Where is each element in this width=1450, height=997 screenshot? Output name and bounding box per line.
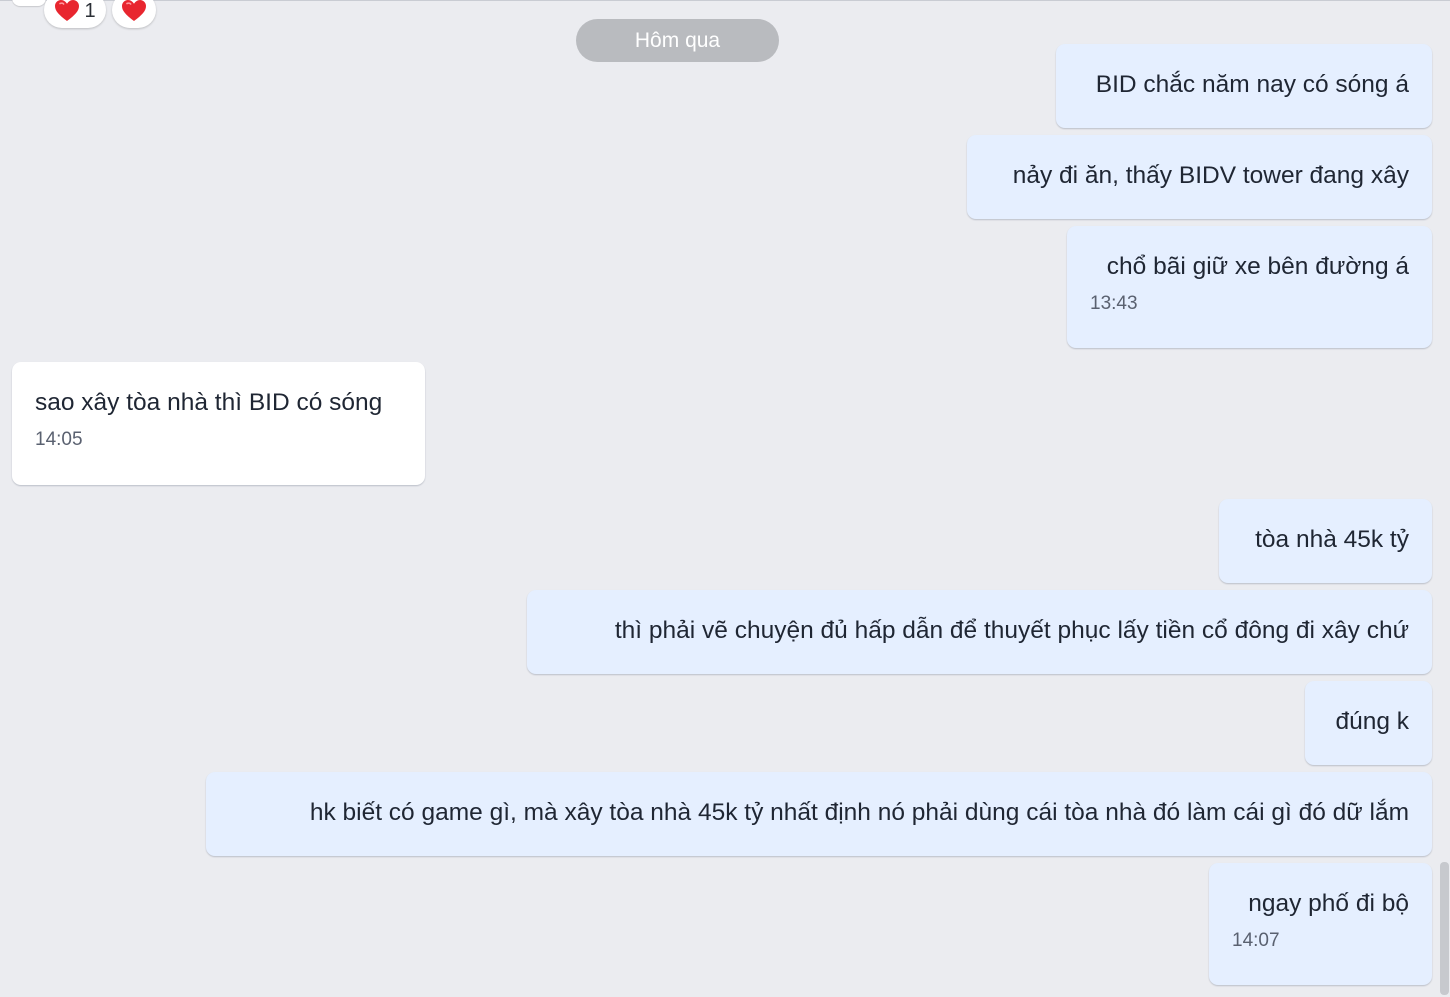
message-time: 14:05: [35, 429, 83, 450]
top-divider: [0, 0, 1450, 1]
message-text: chổ bãi giữ xe bên đường á: [1106, 253, 1409, 280]
message-bubble-outgoing[interactable]: chổ bãi giữ xe bên đường á 13:43: [1067, 226, 1432, 348]
reaction-count: 1: [84, 0, 96, 22]
message-bubble-outgoing[interactable]: hk biết có game gì, mà xây tòa nhà 45k t…: [206, 772, 1432, 856]
message-text: thì phải vẽ chuyện đủ hấp dẫn để thuyết …: [614, 617, 1409, 644]
message-bubble-outgoing[interactable]: BID chắc năm nay có sóng á: [1056, 44, 1432, 128]
heart-icon: [121, 0, 147, 23]
heart-icon: [54, 0, 80, 23]
message-text: nảy đi ăn, thấy BIDV tower đang xây: [1012, 162, 1409, 189]
scrollbar-thumb[interactable]: [1440, 862, 1449, 995]
message-bubble-outgoing[interactable]: tòa nhà 45k tỷ: [1219, 499, 1432, 583]
reaction-heart-add[interactable]: [112, 0, 156, 28]
message-text: ngay phố đi bộ: [1248, 890, 1409, 917]
message-time: 13:43: [1090, 293, 1138, 314]
message-text: sao xây tòa nhà thì BID có sóng: [35, 389, 383, 416]
message-text: BID chắc năm nay có sóng á: [1095, 71, 1409, 98]
message-bubble-outgoing[interactable]: đúng k: [1305, 681, 1432, 765]
date-separator: Hôm qua: [576, 19, 779, 62]
message-bubble-incoming[interactable]: sao xây tòa nhà thì BID có sóng 14:05: [12, 362, 425, 485]
message-bubble-outgoing[interactable]: ngay phố đi bộ 14:07: [1209, 863, 1432, 985]
message-bubble-outgoing[interactable]: thì phải vẽ chuyện đủ hấp dẫn để thuyết …: [527, 590, 1432, 674]
message-time: 14:07: [1232, 930, 1280, 951]
message-text: đúng k: [1335, 708, 1409, 735]
message-text: tòa nhà 45k tỷ: [1255, 526, 1409, 553]
reaction-heart-count[interactable]: 1: [44, 0, 106, 28]
message-bubble-outgoing[interactable]: nảy đi ăn, thấy BIDV tower đang xây: [967, 135, 1432, 219]
message-text: hk biết có game gì, mà xây tòa nhà 45k t…: [309, 799, 1409, 826]
reaction-stub: [12, 0, 46, 6]
